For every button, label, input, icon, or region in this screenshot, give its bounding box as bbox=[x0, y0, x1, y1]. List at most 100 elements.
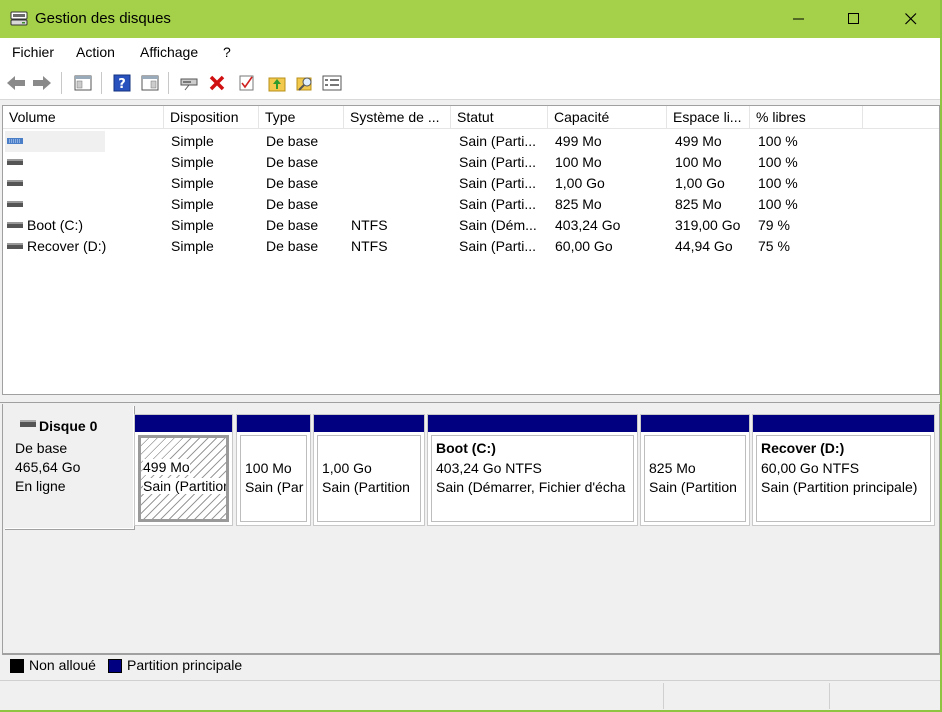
cell-percent-free: 100 % bbox=[758, 175, 798, 191]
cell-percent-free: 100 % bbox=[758, 154, 798, 170]
column-header-type[interactable]: Type bbox=[259, 106, 344, 129]
volume-row[interactable]: Simple De base Sain (Parti... 100 Mo 100… bbox=[3, 152, 939, 173]
list-view-icon bbox=[322, 75, 342, 91]
partition-size: 403,24 Go NTFS bbox=[436, 460, 542, 476]
delete-button[interactable] bbox=[206, 72, 228, 94]
partition-block[interactable]: 1,00 Go Sain (Partition bbox=[313, 414, 425, 526]
column-header-volume[interactable]: Volume bbox=[3, 106, 164, 129]
search-icon bbox=[296, 77, 312, 91]
close-icon bbox=[905, 13, 917, 25]
cell-percent-free: 100 % bbox=[758, 133, 798, 149]
partition-block[interactable]: 499 Mo Sain (Partition bbox=[134, 414, 233, 526]
cell-status: Sain (Parti... bbox=[459, 196, 537, 212]
close-button[interactable] bbox=[888, 0, 934, 38]
console-tree-button[interactable] bbox=[72, 72, 94, 94]
disk-graphical-view: Disque 0 De base 465,64 Go En ligne 499 … bbox=[2, 404, 940, 654]
cell-status: Sain (Parti... bbox=[459, 133, 537, 149]
volume-row[interactable]: Simple De base Sain (Parti... 1,00 Go 1,… bbox=[3, 173, 939, 194]
partition-color-bar bbox=[237, 415, 310, 432]
menu-action[interactable]: Action bbox=[76, 44, 115, 60]
status-segment bbox=[829, 683, 939, 709]
properties-view-button[interactable] bbox=[139, 72, 161, 94]
drive-icon bbox=[7, 243, 23, 249]
connect-drive-button[interactable] bbox=[178, 72, 200, 94]
cell-volume bbox=[27, 152, 164, 173]
volume-row[interactable]: Boot (C:) Simple De base NTFS Sain (Dém.… bbox=[3, 215, 939, 236]
drive-icon bbox=[7, 159, 23, 165]
pane-splitter[interactable] bbox=[0, 395, 940, 403]
partition-body: Boot (C:) 403,24 Go NTFS Sain (Démarrer,… bbox=[431, 435, 634, 522]
partition-status: Sain (Partition bbox=[143, 478, 229, 494]
partition-block-recover[interactable]: Recover (D:) 60,00 Go NTFS Sain (Partiti… bbox=[752, 414, 935, 526]
column-header-free-space[interactable]: Espace li... bbox=[667, 106, 750, 129]
partition-block-boot[interactable]: Boot (C:) 403,24 Go NTFS Sain (Démarrer,… bbox=[427, 414, 638, 526]
partition-block[interactable]: 100 Mo Sain (Par bbox=[236, 414, 311, 526]
check-properties-icon bbox=[239, 75, 254, 91]
partition-size: 60,00 Go NTFS bbox=[761, 460, 860, 476]
cell-disposition: Simple bbox=[171, 154, 214, 170]
cell-filesystem: NTFS bbox=[351, 217, 388, 233]
cell-percent-free: 75 % bbox=[758, 238, 790, 254]
cell-disposition: Simple bbox=[171, 196, 214, 212]
help-button[interactable]: ? bbox=[111, 72, 133, 94]
search-button[interactable] bbox=[294, 72, 316, 94]
legend-swatch-primary bbox=[108, 659, 122, 673]
menu-affichage[interactable]: Affichage bbox=[140, 44, 198, 60]
cell-free-space: 825 Mo bbox=[675, 196, 722, 212]
volume-row[interactable]: Recover (D:) Simple De base NTFS Sain (P… bbox=[3, 236, 939, 257]
cell-capacity: 60,00 Go bbox=[555, 238, 613, 254]
partition-status: Sain (Partition principale) bbox=[761, 479, 918, 495]
cell-volume bbox=[27, 173, 164, 194]
check-properties-button[interactable] bbox=[236, 72, 258, 94]
disk-0-label[interactable]: Disque 0 De base 465,64 Go En ligne bbox=[5, 406, 135, 530]
cell-disposition: Simple bbox=[171, 175, 214, 191]
cell-filesystem bbox=[351, 131, 451, 152]
menu-help[interactable]: ? bbox=[223, 44, 231, 60]
toolbar-separator bbox=[61, 72, 62, 94]
cell-filesystem: NTFS bbox=[351, 238, 388, 254]
column-header-status[interactable]: Statut bbox=[451, 106, 548, 129]
partition-size: 499 Mo bbox=[143, 459, 190, 475]
column-header-disposition[interactable]: Disposition bbox=[164, 106, 259, 129]
cell-capacity: 499 Mo bbox=[555, 133, 602, 149]
partition-body: 100 Mo Sain (Par bbox=[240, 435, 307, 522]
partition-color-bar bbox=[753, 415, 934, 432]
cell-filesystem bbox=[351, 194, 451, 215]
cell-type: De base bbox=[266, 154, 319, 170]
drive-icon bbox=[7, 180, 23, 186]
partition-block[interactable]: 825 Mo Sain (Partition bbox=[640, 414, 750, 526]
partition-body: Recover (D:) 60,00 Go NTFS Sain (Partiti… bbox=[756, 435, 931, 522]
cell-type: De base bbox=[266, 217, 319, 233]
volume-row[interactable]: Simple De base Sain (Parti... 499 Mo 499… bbox=[3, 131, 939, 152]
volume-list[interactable]: Volume Disposition Type Système de ... S… bbox=[2, 105, 940, 395]
forward-button[interactable] bbox=[31, 72, 53, 94]
cell-disposition: Simple bbox=[171, 217, 214, 233]
list-view-button[interactable] bbox=[321, 72, 343, 94]
legend-swatch-unallocated bbox=[10, 659, 24, 673]
menu-fichier[interactable]: Fichier bbox=[12, 44, 54, 60]
up-folder-button[interactable] bbox=[266, 72, 288, 94]
delete-icon bbox=[209, 75, 225, 91]
disk-title: Disque 0 bbox=[39, 418, 98, 434]
column-header-percent-free[interactable]: % libres bbox=[750, 106, 863, 129]
cell-volume: Recover (D:) bbox=[27, 238, 107, 254]
toolbar-separator bbox=[101, 72, 102, 94]
legend-label-unallocated: Non alloué bbox=[29, 657, 96, 673]
legend-label-primary: Partition principale bbox=[127, 657, 243, 673]
volume-row[interactable]: Simple De base Sain (Parti... 825 Mo 825… bbox=[3, 194, 939, 215]
title-bar[interactable]: Gestion des disques bbox=[0, 0, 940, 38]
cell-percent-free: 100 % bbox=[758, 196, 798, 212]
maximize-button[interactable] bbox=[831, 0, 877, 38]
disk-icon bbox=[20, 420, 36, 427]
disk-size: 465,64 Go bbox=[15, 459, 81, 475]
partition-name: Boot (C:) bbox=[436, 440, 496, 456]
disk-management-icon bbox=[10, 11, 28, 26]
column-header-capacity[interactable]: Capacité bbox=[548, 106, 667, 129]
cell-volume bbox=[27, 131, 164, 152]
up-folder-icon bbox=[268, 77, 286, 92]
cell-capacity: 403,24 Go bbox=[555, 217, 621, 233]
back-button[interactable] bbox=[5, 72, 27, 94]
partition-status: Sain (Partition bbox=[322, 479, 410, 495]
column-header-filesystem[interactable]: Système de ... bbox=[344, 106, 451, 129]
minimize-button[interactable] bbox=[776, 0, 822, 38]
